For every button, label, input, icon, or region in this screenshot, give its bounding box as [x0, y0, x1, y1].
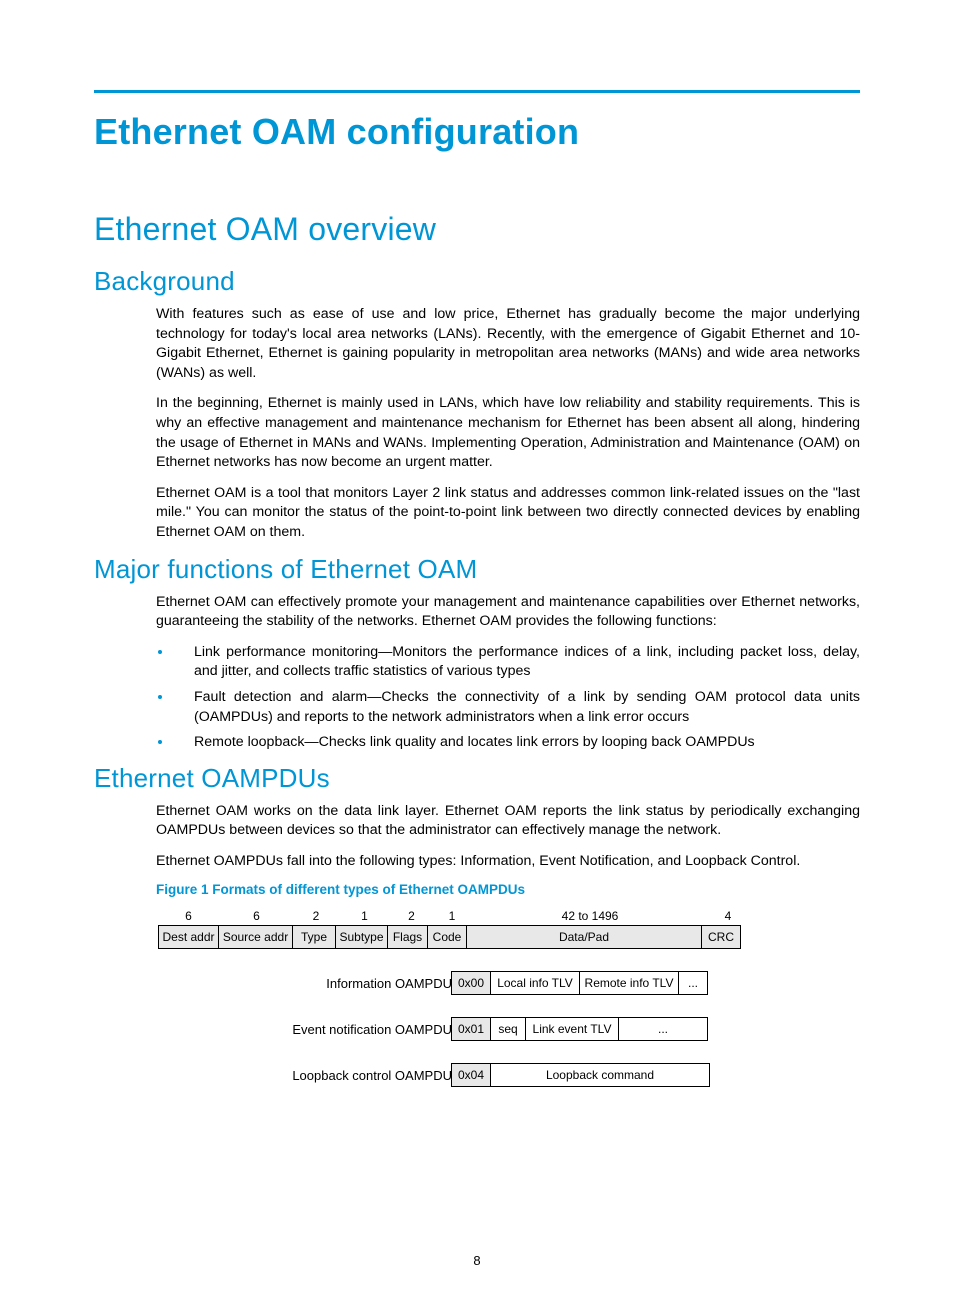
- oampdus-body: Ethernet OAM works on the data link laye…: [156, 802, 860, 1088]
- hdr-num: 6: [158, 909, 219, 925]
- major-body: Ethernet OAM can effectively promote you…: [156, 593, 860, 753]
- cell-code-val: 0x00: [451, 971, 491, 995]
- oampdu-diagram: 6 6 2 1 2 1 42 to 1496 4 Dest addr Sourc…: [158, 909, 860, 1087]
- cell-src: Source addr: [218, 925, 293, 949]
- header-rule: [94, 90, 860, 93]
- page-number: 8: [0, 1253, 954, 1268]
- diagram-header-numbers: 6 6 2 1 2 1 42 to 1496 4: [158, 909, 860, 925]
- cell-code-val: 0x01: [451, 1017, 491, 1041]
- row-information-oampdu: Information OAMPDU 0x00 Local info TLV R…: [158, 971, 860, 995]
- paragraph: In the beginning, Ethernet is mainly use…: [156, 394, 860, 472]
- cell: Remote info TLV: [579, 971, 679, 995]
- list-item: Fault detection and alarm—Checks the con…: [156, 688, 860, 727]
- row-label: Event notification OAMPDU: [158, 1022, 452, 1037]
- row-label: Information OAMPDU: [158, 976, 452, 991]
- cell-code: Code: [427, 925, 467, 949]
- hdr-num: 4: [708, 909, 748, 925]
- cell: Loopback command: [490, 1063, 710, 1087]
- row-loopback-control-oampdu: Loopback control OAMPDU 0x04 Loopback co…: [158, 1063, 860, 1087]
- paragraph: Ethernet OAM can effectively promote you…: [156, 593, 860, 632]
- cell-crc: CRC: [701, 925, 741, 949]
- cell: Link event TLV: [525, 1017, 619, 1041]
- cell-flags: Flags: [387, 925, 428, 949]
- cell: Local info TLV: [490, 971, 580, 995]
- row-label: Loopback control OAMPDU: [158, 1068, 452, 1083]
- paragraph: Ethernet OAM works on the data link laye…: [156, 802, 860, 841]
- cell-type: Type: [292, 925, 336, 949]
- hdr-num: 42 to 1496: [472, 909, 708, 925]
- cell-ellipsis: ...: [678, 971, 708, 995]
- paragraph: Ethernet OAMPDUs fall into the following…: [156, 852, 860, 872]
- cell-dest: Dest addr: [158, 925, 219, 949]
- figure-caption: Figure 1 Formats of different types of E…: [156, 882, 860, 897]
- hdr-num: 2: [294, 909, 338, 925]
- cell-ellipsis: ...: [618, 1017, 708, 1041]
- cell-data: Data/Pad: [466, 925, 702, 949]
- bullet-list: Link performance monitoring—Monitors the…: [156, 643, 860, 753]
- cell-code-val: 0x04: [451, 1063, 491, 1087]
- section-overview: Ethernet OAM overview: [94, 211, 860, 248]
- hdr-num: 2: [391, 909, 432, 925]
- background-body: With features such as ease of use and lo…: [156, 305, 860, 543]
- subsection-oampdus: Ethernet OAMPDUs: [94, 763, 860, 794]
- hdr-num: 6: [219, 909, 294, 925]
- cell-sub: Subtype: [335, 925, 388, 949]
- list-item: Remote loopback—Checks link quality and …: [156, 733, 860, 753]
- hdr-num: 1: [338, 909, 391, 925]
- diagram-header-cells: Dest addr Source addr Type Subtype Flags…: [159, 925, 860, 949]
- cell: seq: [490, 1017, 526, 1041]
- row-event-notification-oampdu: Event notification OAMPDU 0x01 seq Link …: [158, 1017, 860, 1041]
- paragraph: Ethernet OAM is a tool that monitors Lay…: [156, 484, 860, 543]
- hdr-num: 1: [432, 909, 472, 925]
- subsection-major-functions: Major functions of Ethernet OAM: [94, 554, 860, 585]
- paragraph: With features such as ease of use and lo…: [156, 305, 860, 383]
- page-title: Ethernet OAM configuration: [94, 111, 860, 153]
- list-item: Link performance monitoring—Monitors the…: [156, 643, 860, 682]
- subsection-background: Background: [94, 266, 860, 297]
